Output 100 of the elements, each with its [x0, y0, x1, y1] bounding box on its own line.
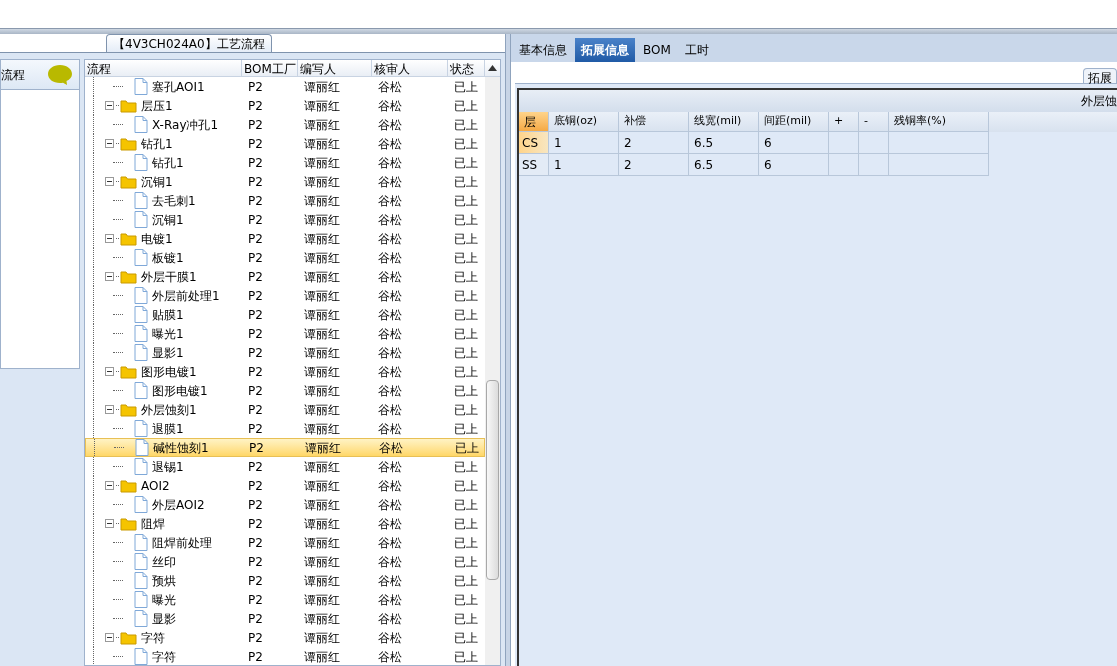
scroll-up-arrow-icon[interactable]: [488, 65, 497, 71]
table-cell-text: 谷松: [377, 230, 403, 248]
tree-item-label: 字符: [152, 648, 176, 665]
collapse-toggle[interactable]: [105, 101, 114, 110]
sub-tab[interactable]: 拓展: [1083, 68, 1117, 83]
table-cell-text: 已上: [453, 78, 479, 96]
document-icon: [134, 287, 148, 304]
tree-item-label: 贴膜1: [152, 306, 184, 324]
table-cell-text: P2: [248, 439, 265, 457]
tree-row[interactable]: 显影 P2 谭丽红 谷松 已上: [85, 609, 485, 628]
tree-item-label: 塞孔AOI1: [152, 78, 205, 96]
table-cell: 1: [549, 132, 619, 154]
table-cell-text: 谷松: [377, 591, 403, 609]
table-cell-text: 谷松: [377, 154, 403, 172]
tree-item-label: 显影: [152, 610, 176, 628]
table-cell-text: 谭丽红: [303, 534, 341, 552]
tree-row[interactable]: 钻孔1 P2 谭丽红 谷松 已上: [85, 153, 485, 172]
table-cell-text: 谭丽红: [303, 553, 341, 571]
tree-item-label: 预烘: [152, 572, 176, 590]
tree-row[interactable]: 图形电镀1 P2 谭丽红 谷松 已上: [85, 381, 485, 400]
tree-row[interactable]: 去毛刺1 P2 谭丽红 谷松 已上: [85, 191, 485, 210]
tree-item-label: X-Ray冲孔1: [152, 116, 219, 134]
table-cell-text: 谭丽红: [303, 154, 341, 172]
tree-row[interactable]: 字符 P2 谭丽红 谷松 已上: [85, 647, 485, 665]
folder-icon: [120, 478, 137, 493]
table-cell-text: 已上: [453, 629, 479, 647]
tree-row[interactable]: 阻焊前处理 P2 谭丽红 谷松 已上: [85, 533, 485, 552]
table-cell-text: P2: [247, 553, 264, 571]
tree-row[interactable]: 外层蚀刻1 P2 谭丽红 谷松 已上: [85, 400, 485, 419]
sidebar-label[interactable]: 流程: [1, 65, 25, 84]
tree-row[interactable]: 外层AOI2 P2 谭丽红 谷松 已上: [85, 495, 485, 514]
table-cell-text: 已上: [453, 268, 479, 286]
tree-item-label: 沉铜1: [152, 211, 184, 229]
tree-item-label: 阻焊前处理: [152, 534, 212, 552]
tree-row[interactable]: 预烘 P2 谭丽红 谷松 已上: [85, 571, 485, 590]
column-header: 线宽(mil): [689, 112, 759, 132]
tree-row[interactable]: 丝印 P2 谭丽红 谷松 已上: [85, 552, 485, 571]
table-cell-text: P2: [247, 344, 264, 362]
collapse-toggle[interactable]: [105, 272, 114, 281]
tab[interactable]: 工时: [678, 38, 715, 62]
tree-row[interactable]: 字符 P2 谭丽红 谷松 已上: [85, 628, 485, 647]
tree-row[interactable]: 钻孔1 P2 谭丽红 谷松 已上: [85, 134, 485, 153]
table-cell-text: 谭丽红: [303, 496, 341, 514]
collapse-toggle[interactable]: [105, 367, 114, 376]
column-header: -: [859, 112, 889, 132]
table-cell-text: 已上: [453, 420, 479, 438]
tree-row[interactable]: 曝光 P2 谭丽红 谷松 已上: [85, 590, 485, 609]
collapse-toggle[interactable]: [105, 405, 114, 414]
collapse-toggle[interactable]: [105, 177, 114, 186]
tree-row[interactable]: 贴膜1 P2 谭丽红 谷松 已上: [85, 305, 485, 324]
collapse-toggle[interactable]: [105, 139, 114, 148]
table-cell-text: 谷松: [377, 420, 403, 438]
tree-row[interactable]: 图形电镀1 P2 谭丽红 谷松 已上: [85, 362, 485, 381]
tree-row[interactable]: X-Ray冲孔1 P2 谭丽红 谷松 已上: [85, 115, 485, 134]
column-header[interactable]: 流程: [85, 60, 242, 76]
tree-row[interactable]: 退锡1 P2 谭丽红 谷松 已上: [85, 457, 485, 476]
tab[interactable]: 拓展信息: [575, 38, 635, 62]
tree-item-label: 曝光: [152, 591, 176, 609]
scrollbar-thumb[interactable]: [486, 380, 499, 580]
folder-icon: [120, 98, 137, 113]
tree-row[interactable]: 沉铜1 P2 谭丽红 谷松 已上: [85, 210, 485, 229]
row-header[interactable]: CS: [519, 132, 549, 154]
scrollbar[interactable]: [485, 77, 500, 665]
column-header[interactable]: 编写人: [298, 60, 372, 76]
folder-icon: [120, 364, 137, 379]
collapse-toggle[interactable]: [105, 633, 114, 642]
tree-row[interactable]: 曝光1 P2 谭丽红 谷松 已上: [85, 324, 485, 343]
tab[interactable]: BOM: [637, 38, 677, 62]
column-header[interactable]: BOM工厂: [242, 60, 298, 76]
tree-row[interactable]: 电镀1 P2 谭丽红 谷松 已上: [85, 229, 485, 248]
table-cell-text: 谭丽红: [303, 477, 341, 495]
table-cell-text: 谷松: [377, 192, 403, 210]
table-cell-text: 谷松: [377, 287, 403, 305]
table-cell-text: 谷松: [378, 439, 404, 457]
table-cell-text: 谭丽红: [303, 306, 341, 324]
table-cell-text: 谷松: [377, 116, 403, 134]
tree-row[interactable]: 板镀1 P2 谭丽红 谷松 已上: [85, 248, 485, 267]
tree-item-label: 丝印: [152, 553, 176, 571]
tree-row[interactable]: 阻焊 P2 谭丽红 谷松 已上: [85, 514, 485, 533]
table-cell-text: 谷松: [377, 135, 403, 153]
tree-row[interactable]: 外层前处理1 P2 谭丽红 谷松 已上: [85, 286, 485, 305]
tree-row[interactable]: 层压1 P2 谭丽红 谷松 已上: [85, 96, 485, 115]
column-header[interactable]: 状态: [448, 60, 485, 76]
row-header[interactable]: SS: [519, 154, 549, 176]
collapse-toggle[interactable]: [105, 519, 114, 528]
tree-row[interactable]: 显影1 P2 谭丽红 谷松 已上: [85, 343, 485, 362]
tree-row[interactable]: 沉铜1 P2 谭丽红 谷松 已上: [85, 172, 485, 191]
column-header: 间距(mil): [759, 112, 829, 132]
table-cell-text: 已上: [453, 648, 479, 665]
table-cell-text: 谷松: [377, 173, 403, 191]
tree-row[interactable]: 塞孔AOI1 P2 谭丽红 谷松 已上: [85, 77, 485, 96]
tree-row[interactable]: 外层干膜1 P2 谭丽红 谷松 已上: [85, 267, 485, 286]
column-header[interactable]: 核审人: [372, 60, 448, 76]
tab[interactable]: 基本信息: [513, 38, 573, 62]
table-cell: [829, 154, 859, 176]
tree-row[interactable]: AOI2 P2 谭丽红 谷松 已上: [85, 476, 485, 495]
table-cell-text: 已上: [453, 515, 479, 533]
selected-tree-row[interactable]: 碱性蚀刻1 P2 谭丽红 谷松 已上: [85, 438, 485, 457]
collapse-toggle[interactable]: [105, 481, 114, 490]
collapse-toggle[interactable]: [105, 234, 114, 243]
